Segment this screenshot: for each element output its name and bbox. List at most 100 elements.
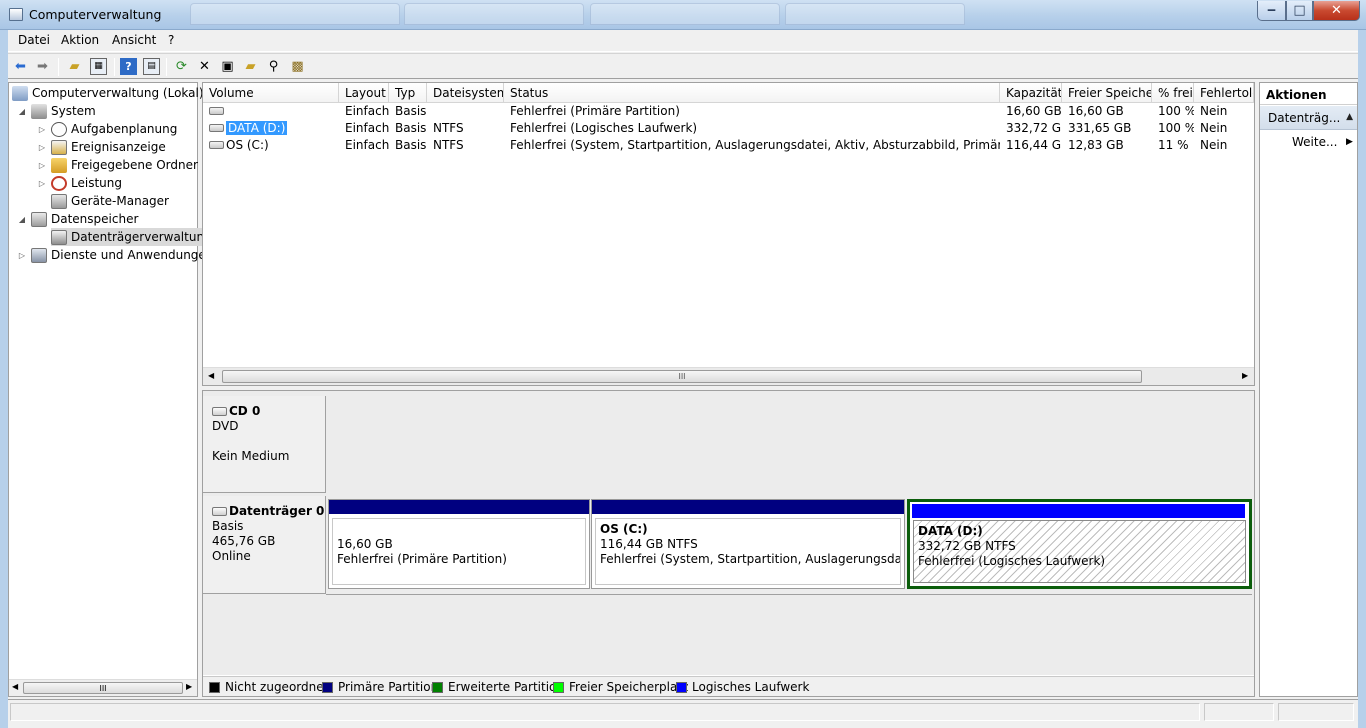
column-header-volume[interactable]: Volume: [203, 83, 339, 103]
tree-item-datentraegerverwaltung[interactable]: Datenträgerverwaltung: [51, 228, 215, 246]
menu-aktion[interactable]: Aktion: [59, 33, 101, 47]
column-header-freier-speicher[interactable]: Freier Speicher: [1062, 83, 1152, 103]
performance-icon: [51, 175, 67, 191]
collapsed-arrow-icon[interactable]: ▷: [37, 161, 47, 170]
status-panel: [1204, 703, 1274, 721]
help-icon[interactable]: ?: [120, 58, 137, 75]
window-title: Computerverwaltung: [29, 7, 162, 22]
collapsed-arrow-icon[interactable]: ▷: [37, 125, 47, 134]
column-header-typ[interactable]: Typ: [389, 83, 427, 103]
tree-item-leistung[interactable]: ▷ Leistung: [37, 174, 122, 192]
menu-datei[interactable]: Datei: [16, 33, 52, 47]
partition-status: Fehlerfrei (System, Startpartition, Ausl…: [600, 552, 900, 566]
tree-item-freigegebene-ordner[interactable]: ▷ Freigegebene Ordner: [37, 156, 198, 174]
column-header-prozent-frei[interactable]: % frei: [1152, 83, 1194, 103]
collapsed-arrow-icon[interactable]: ▷: [37, 179, 47, 188]
fs-cell: NTFS: [433, 121, 464, 135]
scroll-left-icon[interactable]: ◀: [208, 371, 214, 380]
volume-list-horizontal-scrollbar[interactable]: ◀ III ▶: [203, 367, 1254, 385]
partition-status: Fehlerfrei (Primäre Partition): [337, 552, 507, 566]
close-button[interactable]: ✕: [1313, 1, 1360, 21]
column-header-dateisystem[interactable]: Dateisystem: [427, 83, 504, 103]
submenu-arrow-icon: ▶: [1346, 137, 1353, 147]
expanded-arrow-icon[interactable]: ◢: [17, 215, 27, 224]
column-header-kapazitaet[interactable]: Kapazität: [1000, 83, 1062, 103]
layout-cell: Einfach: [345, 104, 389, 118]
legend-item: Erweiterte Partition: [432, 680, 564, 694]
layout-cell: Einfach: [345, 138, 389, 152]
legend-swatch: [322, 681, 333, 693]
up-folder-icon[interactable]: ▰: [66, 58, 83, 75]
fault-tolerance-cell: Nein: [1200, 121, 1228, 135]
search-icon[interactable]: ⚲: [265, 58, 282, 75]
scroll-right-icon[interactable]: ▶: [186, 682, 192, 691]
storage-icon: [31, 211, 47, 227]
hard-disk-icon: [212, 507, 227, 516]
status-cell: Fehlerfrei (Logisches Laufwerk): [510, 121, 698, 135]
divider: [326, 594, 1252, 595]
legend-swatch: [209, 681, 220, 693]
tree-item-root[interactable]: Computerverwaltung (Lokal): [12, 84, 204, 102]
background-tab: [785, 3, 965, 25]
minimize-icon: ‒: [1266, 3, 1277, 18]
tree-scroll-thumb[interactable]: III: [23, 682, 183, 694]
cd-label[interactable]: CD 0 DVD Kein Medium: [203, 396, 326, 493]
menu-ansicht[interactable]: Ansicht: [110, 33, 158, 47]
column-header-fehlertoleranz[interactable]: Fehlertole: [1194, 83, 1254, 103]
tree-item-system[interactable]: ◢ System: [17, 102, 96, 120]
scroll-thumb[interactable]: III: [222, 370, 1142, 383]
typ-cell: Basis: [395, 104, 427, 118]
maximize-button[interactable]: □: [1286, 1, 1313, 21]
disk0-name: Datenträger 0: [229, 504, 325, 518]
properties-icon[interactable]: ▣: [219, 58, 236, 75]
partition-size: 116,44 GB NTFS: [600, 537, 698, 551]
title-bar[interactable]: Computerverwaltung ‒ □ ✕: [0, 0, 1366, 30]
fs-cell: [427, 104, 504, 121]
tree-item-ereignisanzeige[interactable]: ▷ Ereignisanzeige: [37, 138, 166, 156]
device-manager-icon: [51, 193, 67, 209]
column-header-status[interactable]: Status: [504, 83, 1000, 103]
capacity-cell: 16,60 GB: [1006, 104, 1062, 118]
tree-item-aufgabenplanung[interactable]: ▷ Aufgabenplanung: [37, 120, 177, 138]
actions-section-header[interactable]: Datenträg... ▲: [1260, 106, 1357, 130]
tree-item-geraete-manager[interactable]: Geräte-Manager: [51, 192, 169, 210]
menu-help[interactable]: ?: [166, 33, 176, 47]
cd-drive-icon: [212, 407, 227, 416]
partition-info: DATA (D:) 332,72 GB NTFS Fehlerfrei (Log…: [913, 520, 1246, 583]
legend-swatch: [553, 681, 564, 693]
delete-icon[interactable]: ✕: [196, 58, 213, 75]
disk0-label[interactable]: Datenträger 0 Basis 465,76 GB Online: [203, 496, 326, 594]
minimize-button[interactable]: ‒: [1257, 1, 1286, 21]
partition-bar: [592, 500, 904, 514]
disk-settings-icon[interactable]: ▩: [289, 58, 306, 75]
toolbar: ⬅ ➡ ▰ ▦ ? ▤ ⟳ ✕ ▣ ▰ ⚲ ▩: [8, 53, 1358, 79]
expanded-arrow-icon[interactable]: ◢: [17, 107, 27, 116]
open-icon[interactable]: ▰: [242, 58, 259, 75]
partition-1[interactable]: 16,60 GB Fehlerfrei (Primäre Partition): [328, 499, 590, 589]
volume-list: Volume Layout Typ Dateisystem Status Kap…: [202, 82, 1255, 386]
app-icon: [9, 8, 23, 21]
back-icon[interactable]: ⬅: [12, 58, 29, 75]
tree-item-datenspeicher[interactable]: ◢ Datenspeicher: [17, 210, 138, 228]
tree-horizontal-scrollbar[interactable]: ◀ III ▶: [9, 679, 197, 696]
layout-cell: Einfach: [345, 121, 389, 135]
scroll-right-icon[interactable]: ▶: [1242, 371, 1248, 380]
collapse-up-icon[interactable]: ▲: [1346, 112, 1353, 122]
tree-item-dienste[interactable]: ▷ Dienste und Anwendungen: [17, 246, 213, 264]
forward-icon[interactable]: ➡: [34, 58, 51, 75]
drive-icon: [209, 123, 224, 132]
partition-data-d[interactable]: DATA (D:) 332,72 GB NTFS Fehlerfrei (Log…: [907, 499, 1252, 589]
scroll-left-icon[interactable]: ◀: [12, 682, 18, 691]
toolbar-separator: [166, 58, 167, 76]
volume-cell: OS (C:): [203, 138, 339, 155]
background-tab: [404, 3, 584, 25]
column-header-layout[interactable]: Layout: [339, 83, 389, 103]
collapsed-arrow-icon[interactable]: ▷: [37, 143, 47, 152]
show-tree-icon[interactable]: ▦: [90, 58, 107, 75]
collapsed-arrow-icon[interactable]: ▷: [17, 251, 27, 260]
more-actions-link[interactable]: Weite...: [1292, 135, 1337, 149]
toolbar-separator: [58, 58, 59, 76]
properties-pane-icon[interactable]: ▤: [143, 58, 160, 75]
partition-os-c[interactable]: OS (C:) 116,44 GB NTFS Fehlerfrei (Syste…: [591, 499, 905, 589]
refresh-icon[interactable]: ⟳: [173, 58, 190, 75]
